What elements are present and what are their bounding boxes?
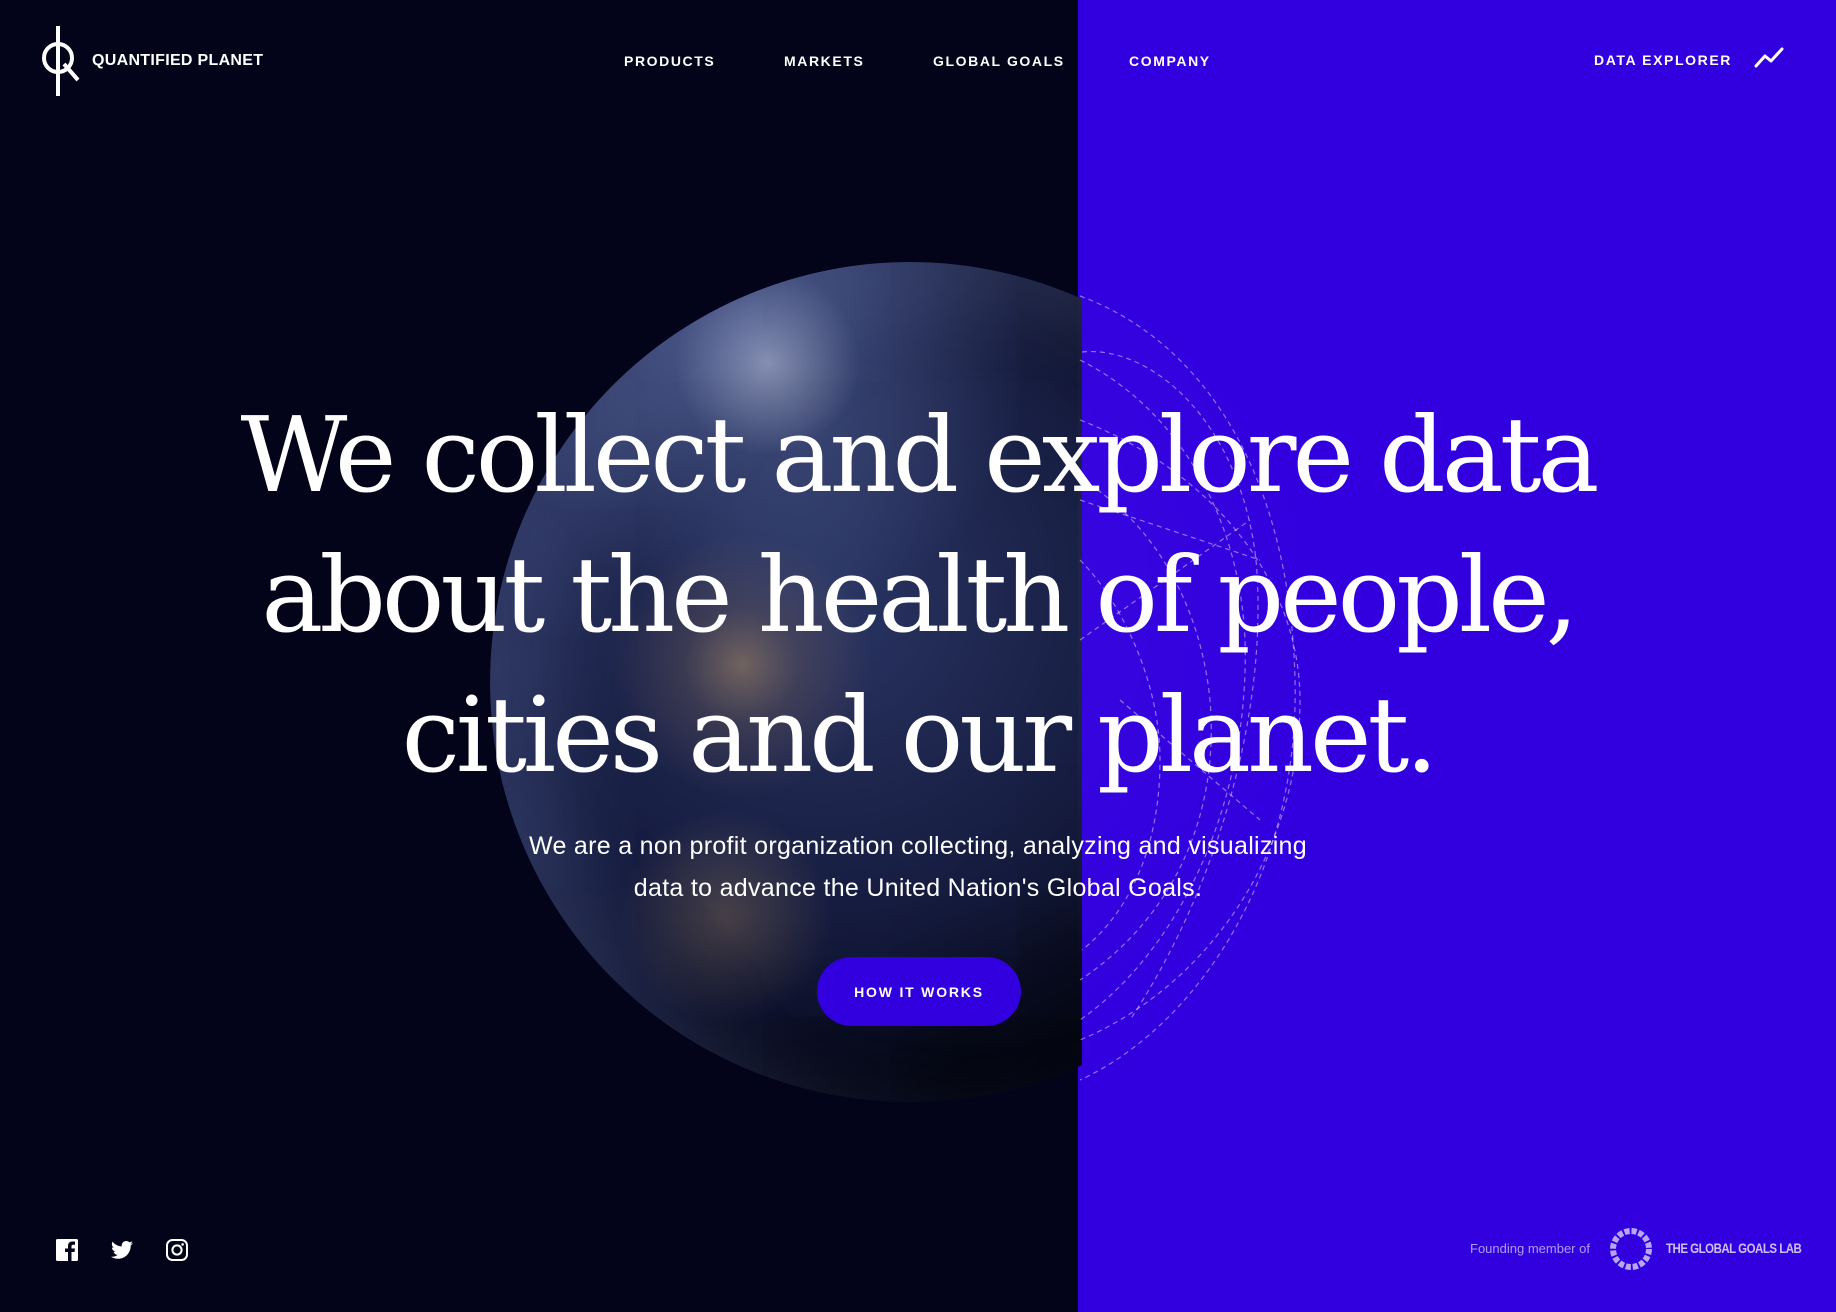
nav-item-global-goals[interactable]: GLOBAL GOALS [933, 53, 1065, 69]
headline-line: cities and our planet. [401, 674, 1439, 796]
brand-logo[interactable]: QUANTIFIED PLANET [40, 26, 263, 96]
nav-item-products[interactable]: PRODUCTS [624, 53, 715, 69]
site-header: QUANTIFIED PLANET PRODUCTS MARKETS GLOBA… [0, 0, 1836, 124]
description-line: We are a non profit organization collect… [529, 832, 1307, 860]
trend-line-icon[interactable] [1754, 46, 1784, 70]
facebook-icon[interactable] [55, 1238, 79, 1262]
hero-headline: We collect and explore data about the he… [0, 385, 1836, 805]
brand-name: QUANTIFIED PLANET [92, 52, 264, 69]
nav-item-markets[interactable]: MARKETS [784, 53, 864, 69]
data-explorer-link[interactable]: DATA EXPLORER [1594, 52, 1732, 68]
headline-line: We collect and explore data [240, 394, 1599, 516]
nav-item-company[interactable]: COMPANY [1129, 53, 1211, 69]
instagram-icon[interactable] [165, 1238, 189, 1262]
quantified-planet-logo-icon [42, 26, 80, 96]
description-line: data to advance the United Nation's Glob… [633, 874, 1203, 902]
headline-line: about the health of people, [261, 534, 1578, 656]
hero-description: We are a non profit organization collect… [0, 825, 1836, 909]
global-goals-wheel-icon[interactable] [1608, 1226, 1654, 1272]
twitter-icon[interactable] [110, 1238, 134, 1262]
how-it-works-button[interactable]: HOW IT WORKS [817, 957, 1021, 1026]
founding-member-label: Founding member of [1470, 1241, 1590, 1256]
global-goals-lab-logo[interactable]: THE GLOBAL GOALS LAB [1666, 1240, 1802, 1256]
